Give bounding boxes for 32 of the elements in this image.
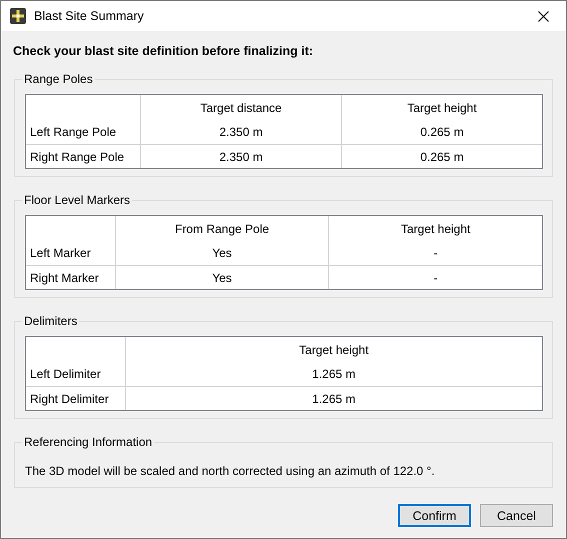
row-label: Left Delimiter	[29, 366, 102, 383]
row-label: Left Range Pole	[29, 124, 118, 141]
row-label: Right Range Pole	[26, 144, 140, 168]
table-cell: 2.350 m	[140, 120, 342, 144]
group-title: Range Poles	[23, 72, 94, 86]
group-title: Floor Level Markers	[23, 193, 132, 207]
row-label: Left Marker	[29, 245, 92, 262]
column-header: From Range Pole	[114, 216, 328, 241]
column-header: Target height	[124, 337, 542, 362]
close-icon	[538, 10, 548, 22]
instruction-text: Check your blast site definition before finalizing it:	[13, 44, 314, 58]
table-cell: 1.265 m	[124, 362, 542, 386]
table-cell: 0.265 m	[341, 144, 542, 168]
info-text: The 3D model will be scaled and north corrected using an azimuth of 122.0 °.	[25, 463, 436, 480]
dialog-button[interactable]: Cancel	[480, 504, 553, 527]
dialog-button[interactable]: Confirm	[398, 504, 471, 527]
window-title: Blast Site Summary	[34, 9, 145, 23]
column-header: Target height	[341, 95, 542, 120]
table-cell: 1.265 m	[124, 386, 542, 410]
table-cell: Yes	[114, 265, 328, 289]
row-label: Right Delimiter	[26, 386, 125, 410]
table-cell: Yes	[114, 241, 328, 265]
table-cell: -	[328, 265, 542, 289]
group-title: Delimiters	[23, 314, 78, 328]
group-title: Referencing Information	[23, 435, 154, 449]
column-header: Target distance	[140, 95, 342, 120]
table-cell: -	[328, 241, 542, 265]
row-label: Right Marker	[26, 265, 115, 289]
app-icon	[10, 8, 26, 24]
column-header: Target height	[328, 216, 542, 241]
table-cell: 0.265 m	[341, 120, 542, 144]
table-cell: 2.350 m	[140, 144, 342, 168]
